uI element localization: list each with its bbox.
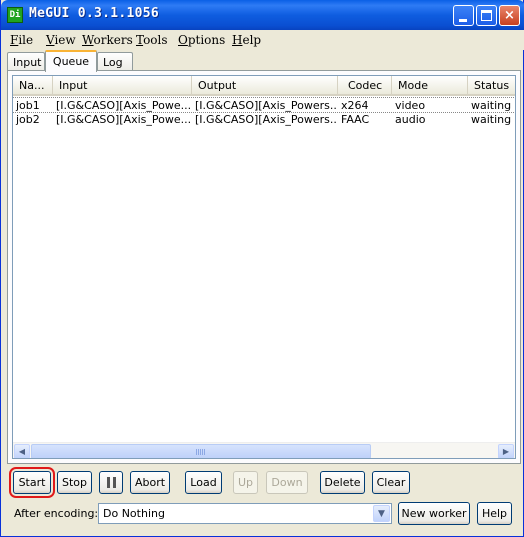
delete-button[interactable]: Delete bbox=[320, 471, 365, 494]
column-header-codec[interactable]: Codec bbox=[338, 76, 392, 94]
tab-queue[interactable]: Queue bbox=[45, 50, 97, 72]
after-encoding-label: After encoding: bbox=[14, 507, 99, 520]
menu-workers[interactable]: Workers bbox=[82, 33, 133, 47]
table-row[interactable]: job2 [I.G&CASO][Axis_Powe... [I.G&CASO][… bbox=[13, 112, 515, 126]
column-header-input[interactable]: Input bbox=[53, 76, 192, 94]
start-button[interactable]: Start bbox=[13, 471, 51, 494]
cell-name: job1 bbox=[16, 99, 40, 112]
menu-help[interactable]: Help bbox=[232, 33, 261, 47]
column-header-mode[interactable]: Mode bbox=[392, 76, 468, 94]
menu-file[interactable]: File bbox=[10, 33, 33, 47]
megui-app-icon: Di bbox=[7, 7, 23, 23]
help-button[interactable]: Help bbox=[477, 502, 512, 525]
cell-status: waiting bbox=[471, 99, 512, 112]
pause-icon bbox=[107, 477, 110, 488]
pause-button[interactable] bbox=[99, 471, 123, 494]
after-encoding-select[interactable]: Do Nothing ▼ bbox=[98, 503, 392, 524]
cell-codec: FAAC bbox=[341, 113, 370, 126]
column-header-output[interactable]: Output bbox=[192, 76, 338, 94]
menu-tools[interactable]: Tools bbox=[136, 33, 168, 47]
grip-icon bbox=[196, 449, 205, 455]
cell-status: waiting bbox=[471, 113, 512, 126]
cell-output: [I.G&CASO][Axis_Powers... bbox=[195, 99, 338, 112]
cell-input: [I.G&CASO][Axis_Powe... bbox=[56, 113, 192, 126]
maximize-icon bbox=[481, 10, 492, 21]
minimize-icon bbox=[459, 19, 467, 22]
clear-button[interactable]: Clear bbox=[372, 471, 410, 494]
after-encoding-value: Do Nothing bbox=[103, 507, 165, 520]
megui-window: Di MeGUI 0.3.1.1056 × File View Workers … bbox=[0, 0, 524, 537]
column-header-name[interactable]: Na... bbox=[13, 76, 53, 94]
load-button[interactable]: Load bbox=[185, 471, 222, 494]
menu-bar: File View Workers Tools Options Help bbox=[2, 30, 524, 50]
pause-icon bbox=[113, 477, 116, 488]
column-header-status[interactable]: Status bbox=[468, 76, 515, 94]
close-button[interactable]: × bbox=[499, 5, 520, 26]
menu-view[interactable]: View bbox=[46, 33, 76, 47]
up-button[interactable]: Up bbox=[233, 471, 258, 494]
queue-panel: Na... Input Output Codec Mode Status job… bbox=[7, 70, 521, 464]
scroll-left-icon[interactable]: ◀ bbox=[14, 444, 30, 458]
tab-log[interactable]: Log bbox=[97, 52, 133, 71]
cell-name: job2 bbox=[16, 113, 40, 126]
cell-mode: audio bbox=[395, 113, 426, 126]
maximize-button[interactable] bbox=[476, 5, 497, 26]
horizontal-scrollbar[interactable]: ◀ ▶ bbox=[13, 442, 515, 458]
new-worker-button[interactable]: New worker bbox=[398, 502, 470, 525]
minimize-button[interactable] bbox=[453, 5, 474, 26]
stop-button[interactable]: Stop bbox=[57, 471, 92, 494]
cell-codec: x264 bbox=[341, 99, 369, 112]
job-queue-list[interactable]: Na... Input Output Codec Mode Status job… bbox=[12, 75, 516, 459]
title-bar[interactable]: Di MeGUI 0.3.1.1056 × bbox=[1, 0, 524, 30]
cell-input: [I.G&CASO][Axis_Powe... bbox=[56, 99, 192, 112]
scroll-thumb[interactable] bbox=[31, 444, 371, 458]
cell-mode: video bbox=[395, 99, 426, 112]
list-header: Na... Input Output Codec Mode Status bbox=[13, 76, 515, 96]
down-button[interactable]: Down bbox=[266, 471, 308, 494]
cell-output: [I.G&CASO][Axis_Powers... bbox=[195, 113, 338, 126]
window-title: MeGUI 0.3.1.1056 bbox=[29, 6, 160, 21]
table-row[interactable]: job1 [I.G&CASO][Axis_Powe... [I.G&CASO][… bbox=[13, 97, 515, 113]
abort-button[interactable]: Abort bbox=[130, 471, 170, 494]
scroll-right-icon[interactable]: ▶ bbox=[498, 444, 514, 458]
close-icon: × bbox=[504, 8, 515, 23]
tab-input[interactable]: Input bbox=[7, 52, 45, 71]
dropdown-arrow-icon[interactable]: ▼ bbox=[373, 505, 390, 522]
menu-options[interactable]: Options bbox=[178, 33, 225, 47]
